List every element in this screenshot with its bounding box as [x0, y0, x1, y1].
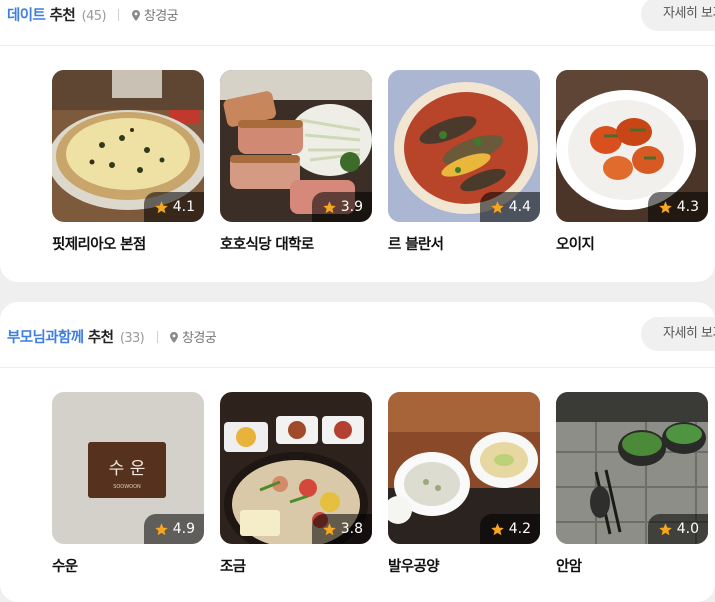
section-title-highlight: 데이트	[7, 8, 46, 24]
place-name: 호호식당 대학로	[220, 237, 314, 253]
more-button[interactable]: 자세히 보기	[641, 317, 715, 351]
place-card[interactable]: 4.4 르 블란서	[388, 70, 540, 254]
section-location: 창경궁	[143, 9, 179, 24]
rating-badge: 3.9	[311, 192, 372, 222]
star-icon	[490, 200, 504, 213]
place-thumbnail: 수 운 SOOWOON 4.9	[52, 392, 204, 544]
place-thumbnail: 4.0	[556, 392, 708, 544]
place-card[interactable]: 4.0 안암	[556, 392, 708, 576]
place-name: 핏제리아오 본점	[52, 237, 146, 253]
rating-badge: 4.1	[143, 192, 204, 222]
star-icon	[490, 522, 504, 535]
star-icon	[322, 200, 336, 213]
rating-badge: 4.9	[143, 514, 204, 544]
rating-value: 4.2	[508, 521, 531, 537]
place-thumbnail: 4.2	[388, 392, 540, 544]
place-thumbnail: 4.4	[388, 70, 540, 222]
section-header: 데이트 추천 (45) 창경궁 자세히 보기	[0, 0, 715, 46]
rating-value: 4.9	[172, 521, 195, 537]
place-name: 발우공양	[388, 559, 440, 575]
place-name: 조금	[220, 559, 246, 575]
rating-value: 3.8	[340, 521, 363, 537]
place-card[interactable]: 4.1 핏제리아오 본점	[52, 70, 204, 254]
star-icon	[154, 200, 168, 213]
rating-badge: 3.8	[311, 514, 372, 544]
section-title-highlight: 부모님과함께	[7, 330, 84, 346]
place-name: 안암	[556, 559, 582, 575]
section-title-text: 추천	[45, 8, 76, 24]
section-title: 부모님과함께 추천 (33) 창경궁	[7, 326, 217, 347]
section-count: (45)	[81, 9, 107, 24]
place-thumbnail: 3.8	[220, 392, 372, 544]
place-thumbnail: 4.3	[556, 70, 708, 222]
rating-value: 4.0	[676, 521, 699, 537]
location-pin-icon	[131, 10, 140, 21]
star-icon	[154, 522, 168, 535]
star-icon	[322, 522, 336, 535]
section-title: 데이트 추천 (45) 창경궁	[7, 4, 179, 25]
place-name: 수운	[52, 559, 78, 575]
sign-subtext: SOOWOON	[113, 484, 141, 490]
place-card[interactable]: 4.2 발우공양	[388, 392, 540, 576]
divider	[156, 331, 158, 343]
recommendation-section-date: 데이트 추천 (45) 창경궁 자세히 보기	[0, 0, 715, 282]
rating-value: 4.1	[172, 199, 195, 215]
sign-text: 수 운	[109, 459, 146, 479]
section-location: 창경궁	[182, 331, 217, 346]
rating-badge: 4.4	[479, 192, 540, 222]
rating-value: 3.9	[340, 199, 363, 215]
star-icon	[658, 522, 672, 535]
star-icon	[658, 200, 672, 213]
rating-value: 4.3	[676, 199, 699, 215]
rating-badge: 4.0	[647, 514, 708, 544]
place-name: 오이지	[556, 237, 595, 253]
place-name: 르 블란서	[388, 237, 444, 253]
more-button[interactable]: 자세히 보기	[641, 0, 715, 31]
place-card[interactable]: 4.3 오이지	[556, 70, 708, 254]
place-card[interactable]: 3.9 호호식당 대학로	[220, 70, 372, 254]
section-count: (33)	[119, 331, 145, 346]
section-header: 부모님과함께 추천 (33) 창경궁 자세히 보기	[0, 302, 715, 368]
place-card[interactable]: 3.8 조금	[220, 392, 372, 576]
rating-badge: 4.2	[479, 514, 540, 544]
place-thumbnail: 4.1	[52, 70, 204, 222]
place-card[interactable]: 수 운 SOOWOON 4.9 수운	[52, 392, 204, 576]
divider	[118, 9, 120, 21]
recommendation-section-parents: 부모님과함께 추천 (33) 창경궁 자세히 보기 수 운 SOOWOON 4.…	[0, 302, 715, 602]
rating-value: 4.4	[508, 199, 531, 215]
place-thumbnail: 3.9	[220, 70, 372, 222]
section-title-text: 추천	[83, 330, 114, 346]
rating-badge: 4.3	[647, 192, 708, 222]
location-pin-icon	[170, 332, 179, 343]
